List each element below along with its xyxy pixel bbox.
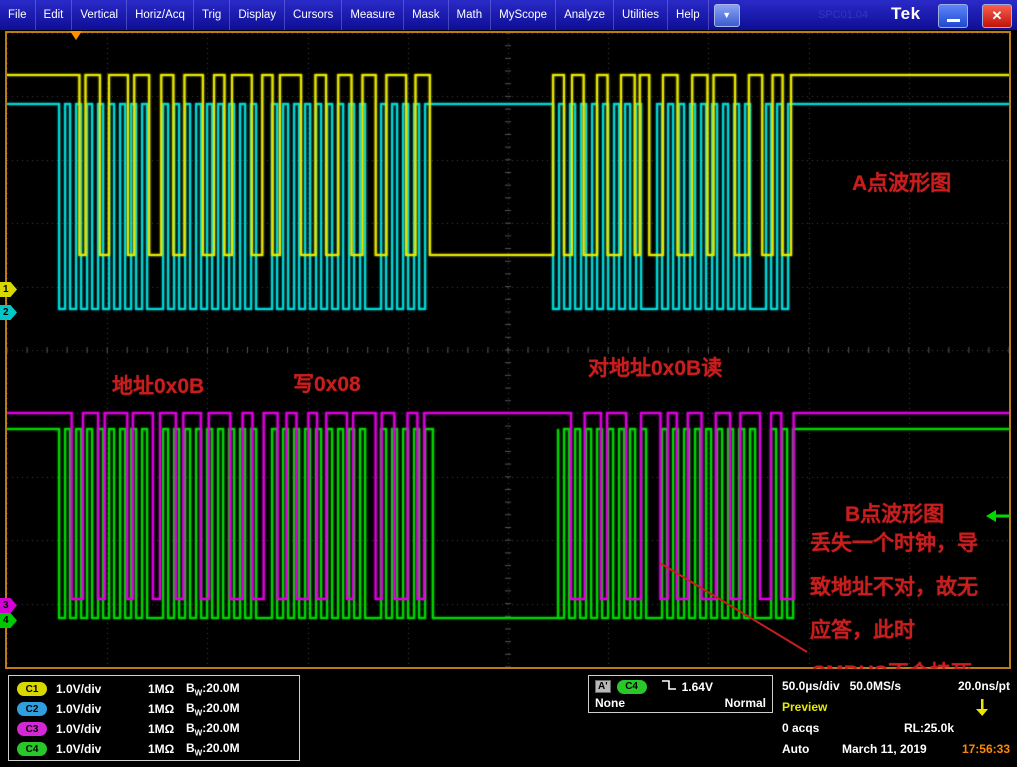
minimize-button[interactable]	[938, 4, 968, 28]
annotation-text-3: 写0x08	[293, 373, 361, 396]
resolution: 20.0ns/pt	[957, 678, 1010, 693]
channel-badge-c3: C3	[17, 722, 47, 736]
trigger-channel-badge: C4	[616, 679, 647, 694]
menu-item-vertical[interactable]: Vertical	[72, 0, 128, 30]
channel-badge-c1: C1	[17, 682, 47, 696]
date-label: March 11, 2019	[842, 741, 927, 756]
channel-badge-c2: C2	[17, 702, 47, 716]
channel-scale: 1.0V/div	[56, 702, 102, 716]
menu-item-mask[interactable]: Mask	[404, 0, 449, 30]
channel-readout-c3[interactable]: C3 1.0V/div 1MΩ BW:20.0M	[17, 719, 299, 739]
channel-impedance: 1MΩ	[148, 722, 175, 736]
acquisition-mode: Auto	[782, 741, 810, 756]
channel-impedance: 1MΩ	[148, 682, 175, 696]
reference-arrow-icon	[986, 509, 1010, 528]
trigger-source-badge: A'	[595, 680, 611, 693]
annotation-text-7: 致地址不对，故无	[810, 576, 978, 599]
menu-item-trig[interactable]: Trig	[194, 0, 231, 30]
menu-item-analyze[interactable]: Analyze	[556, 0, 614, 30]
menu-bar-items: File Edit Vertical Horiz/Acq Trig Display Curs…	[0, 0, 709, 30]
menu-item-measure[interactable]: Measure	[342, 0, 405, 30]
channel-readout-box: C1 1.0V/div 1MΩ BW:20.0M C2 1.0V/div 1MΩ BW:20.…	[8, 675, 300, 761]
channel-readout-c4[interactable]: C4 1.0V/div 1MΩ BW:20.0M	[17, 739, 299, 759]
annotation-text-6: 丢失一个时钟，导	[810, 532, 978, 555]
channel-scale: 1.0V/div	[56, 682, 102, 696]
oscilloscope-screen: File Edit Vertical Horiz/Acq Trig Display Curs…	[0, 0, 1017, 767]
minimize-icon	[946, 19, 960, 22]
channel-readout-c2[interactable]: C2 1.0V/div 1MΩ BW:20.0M	[17, 699, 299, 719]
close-button[interactable]: ✕	[982, 4, 1012, 28]
menu-item-file[interactable]: File	[0, 0, 36, 30]
trigger-readout-box[interactable]: A' C4 1.64V None Normal	[588, 675, 773, 713]
channel-readout-c1[interactable]: C1 1.0V/div 1MΩ BW:20.0M	[17, 679, 299, 699]
channel-bandwidth: BW:20.0M	[186, 680, 240, 698]
trigger-type: Normal	[724, 696, 766, 710]
annotation-text-1: A点波形图	[852, 172, 952, 195]
sample-rate: 50.0MS/s	[849, 678, 901, 693]
channel-scale: 1.0V/div	[56, 742, 102, 756]
trigger-position-marker[interactable]	[70, 31, 82, 40]
calibration-status-label: SPC01.04	[818, 9, 869, 21]
menu-item-myscope[interactable]: MyScope	[491, 0, 557, 30]
channel-bandwidth: BW:20.0M	[186, 740, 240, 758]
menu-item-cursors[interactable]: Cursors	[285, 0, 343, 30]
annotation-text-5: B点波形图	[845, 503, 945, 526]
menu-item-math[interactable]: Math	[449, 0, 492, 30]
menu-item-help[interactable]: Help	[668, 0, 709, 30]
channel-impedance: 1MΩ	[148, 742, 175, 756]
preview-status: Preview	[782, 699, 828, 714]
menu-item-display[interactable]: Display	[230, 0, 286, 30]
tek-logo: Tek	[891, 4, 921, 23]
horizontal-scale: 50.0µs/div	[782, 678, 840, 693]
trigger-level: 1.64V	[681, 679, 713, 694]
menu-dropdown-button[interactable]: ▼	[713, 3, 740, 27]
falling-edge-icon	[661, 678, 677, 695]
horizontal-readout-block: 50.0µs/div 50.0MS/s 20.0ns/pt Preview 0 …	[782, 675, 1010, 759]
time-label: 17:56:33	[961, 741, 1010, 756]
menu-bar: File Edit Vertical Horiz/Acq Trig Display Curs…	[0, 0, 1017, 30]
record-length: RL:25.0k	[903, 720, 954, 735]
acquisition-count: 0 acqs	[782, 720, 820, 735]
annotation-text-2: 地址0x0B	[112, 375, 205, 398]
readout-area: C1 1.0V/div 1MΩ BW:20.0M C2 1.0V/div 1MΩ BW:20.…	[0, 669, 1017, 767]
chevron-down-icon: ▼	[722, 10, 732, 20]
channel-bandwidth: BW:20.0M	[186, 700, 240, 718]
annotation-text-4: 对地址0x0B读	[588, 357, 723, 380]
menu-item-horiz-acq[interactable]: Horiz/Acq	[127, 0, 194, 30]
scroll-down-arrow-icon[interactable]	[976, 699, 988, 719]
menu-item-utilities[interactable]: Utilities	[614, 0, 669, 30]
channel-badge-c4: C4	[17, 742, 47, 756]
trigger-mode: None	[595, 696, 625, 710]
channel-bandwidth: BW:20.0M	[186, 720, 240, 738]
channel-scale: 1.0V/div	[56, 722, 102, 736]
close-icon: ✕	[991, 8, 1003, 23]
annotation-text-8: 应答，此时	[810, 619, 915, 642]
menu-item-edit[interactable]: Edit	[36, 0, 73, 30]
channel-impedance: 1MΩ	[148, 702, 175, 716]
